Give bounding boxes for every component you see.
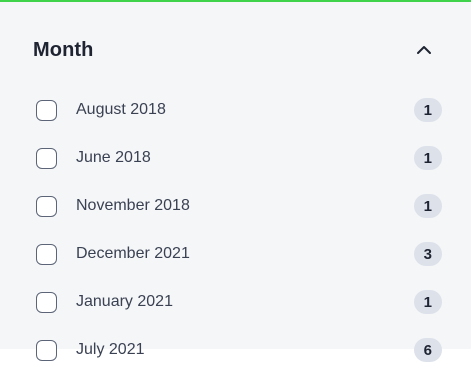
month-options-list: August 2018 1 June 2018 1 November 2018 … — [36, 86, 442, 374]
month-option-label: December 2021 — [76, 245, 190, 262]
month-option[interactable]: December 2021 3 — [36, 230, 442, 278]
filter-header[interactable]: Month — [33, 36, 438, 64]
month-option[interactable]: August 2018 1 — [36, 86, 442, 134]
month-option-label: August 2018 — [76, 101, 166, 118]
month-option-label: November 2018 — [76, 197, 190, 214]
month-option[interactable]: January 2021 1 — [36, 278, 442, 326]
count-badge: 1 — [413, 146, 442, 170]
checkbox[interactable] — [36, 147, 57, 169]
checkbox[interactable] — [36, 195, 57, 217]
checkbox[interactable] — [36, 291, 57, 313]
month-option-label: July 2021 — [76, 341, 145, 358]
count-badge: 1 — [413, 98, 442, 122]
count-badge: 3 — [413, 242, 442, 266]
month-option[interactable]: November 2018 1 — [36, 182, 442, 230]
count-badge: 6 — [413, 338, 442, 362]
checkbox[interactable] — [36, 243, 57, 265]
chevron-up-icon[interactable] — [410, 36, 438, 64]
month-option-label: January 2021 — [76, 293, 173, 310]
filter-title: Month — [33, 38, 94, 61]
month-option[interactable]: July 2021 6 — [36, 326, 442, 374]
month-option-label: June 2018 — [76, 149, 151, 166]
checkbox[interactable] — [36, 339, 57, 361]
count-badge: 1 — [413, 290, 442, 314]
month-option[interactable]: June 2018 1 — [36, 134, 442, 182]
count-badge: 1 — [413, 194, 442, 218]
checkbox[interactable] — [36, 99, 57, 121]
